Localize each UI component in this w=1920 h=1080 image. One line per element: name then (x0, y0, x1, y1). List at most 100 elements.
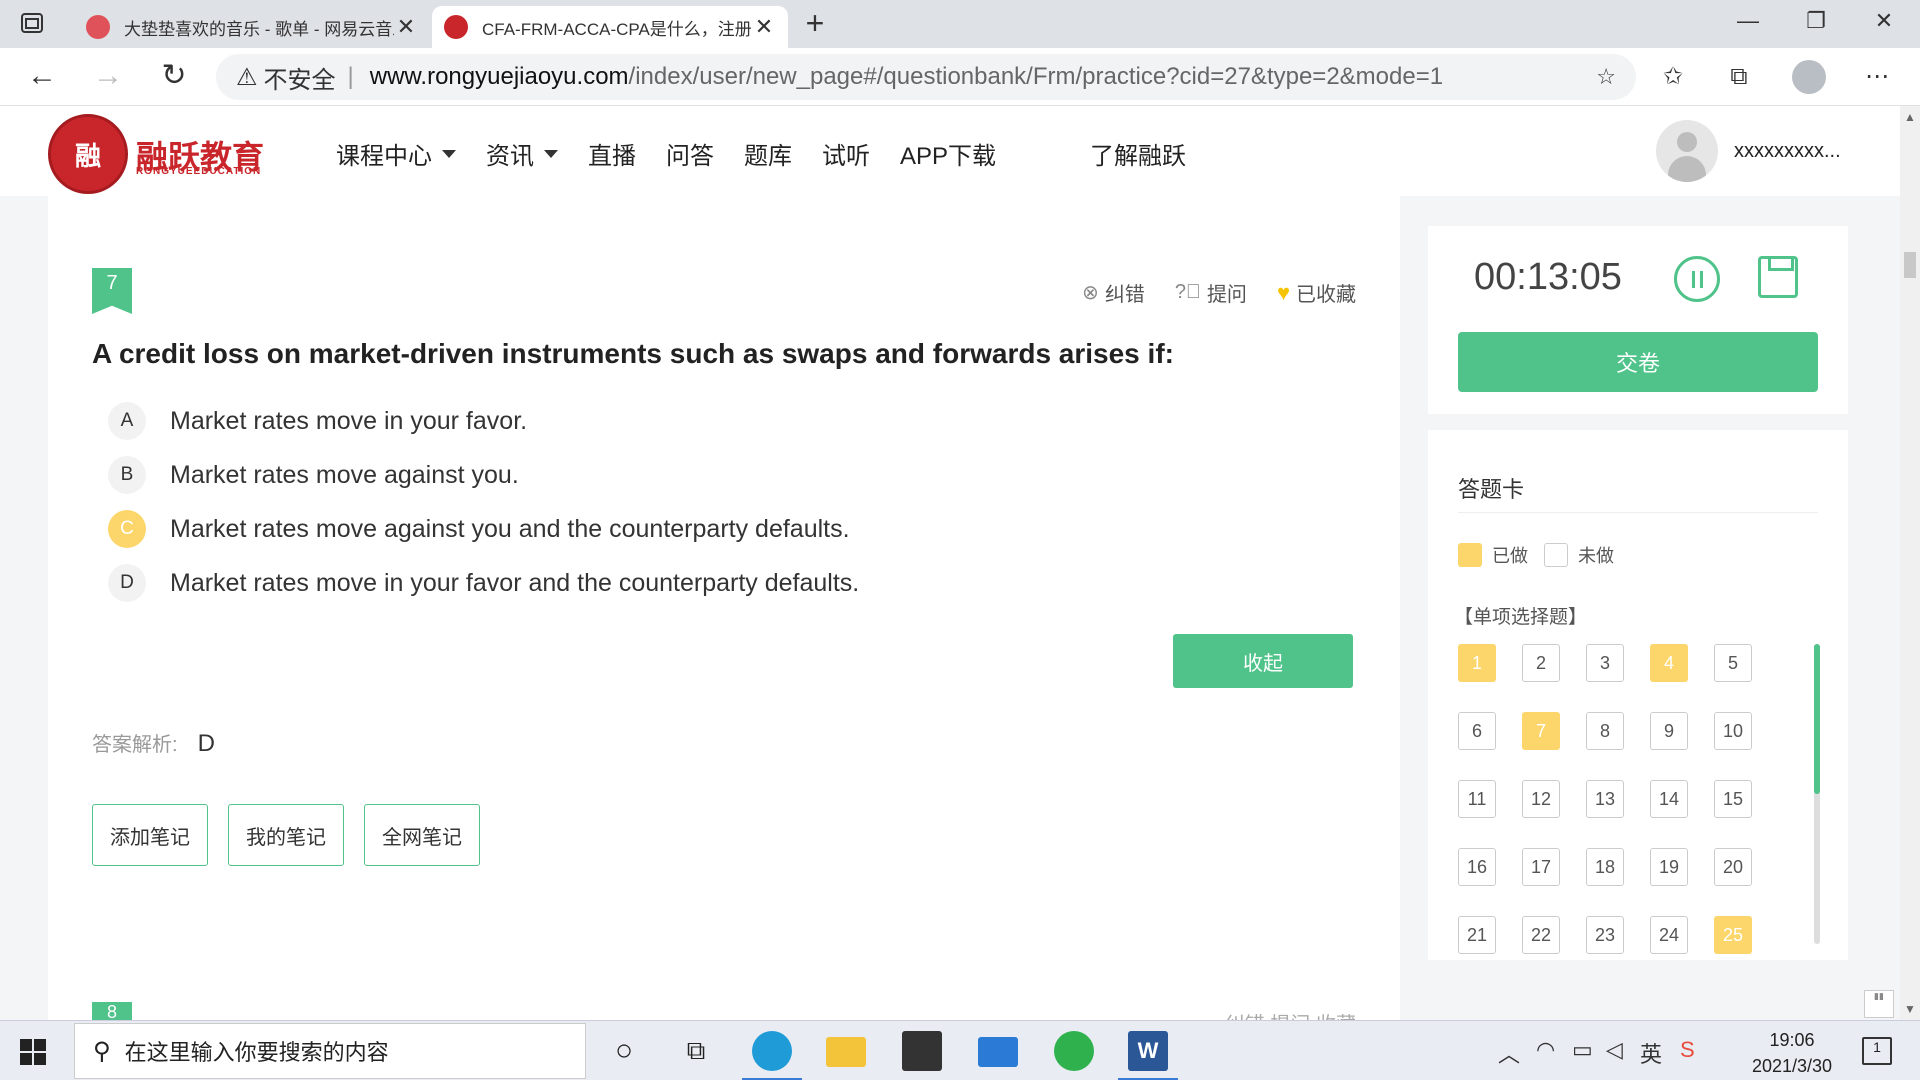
collapse-button[interactable]: 收起 (1173, 634, 1353, 688)
nav-courses[interactable]: 课程中心 (336, 136, 456, 171)
option-text: Market rates move in your favor and the … (170, 568, 860, 597)
question-cell[interactable]: 21 (1458, 916, 1496, 954)
question-cell[interactable]: 25 (1714, 916, 1752, 954)
collections-icon[interactable]: ⧉ (1722, 60, 1756, 94)
page-scrollbar[interactable]: ▲ ▼ (1900, 106, 1920, 1020)
favorites-icon[interactable]: ✩ (1656, 60, 1690, 94)
feedback-widget-icon[interactable]: ▮▮ (1864, 990, 1894, 1018)
avatar[interactable] (1656, 120, 1718, 182)
file-explorer-icon[interactable] (826, 1037, 866, 1067)
question-cell[interactable]: 6 (1458, 712, 1496, 750)
question-actions: ⊗ 纠错 ?⃝ 提问 ♥ 已收藏 (1082, 278, 1356, 307)
all-notes-button[interactable]: 全网笔记 (364, 804, 480, 866)
cortana-icon[interactable]: ○ (604, 1031, 644, 1071)
question-cell[interactable]: 18 (1586, 848, 1624, 886)
question-cell[interactable]: 8 (1586, 712, 1624, 750)
question-cell[interactable]: 19 (1650, 848, 1688, 886)
notification-icon[interactable]: 1 (1862, 1037, 1892, 1065)
scroll-thumb[interactable] (1904, 252, 1916, 278)
answer-card-scrollbar[interactable] (1814, 644, 1820, 944)
next-question-actions[interactable]: 纠错 提问 收藏 (1225, 1008, 1356, 1020)
nav-app-download[interactable]: APP下载 (900, 136, 996, 171)
battery-icon[interactable]: ▭ (1572, 1037, 1593, 1063)
site-logo[interactable]: 融 (48, 114, 128, 194)
save-icon[interactable] (1758, 256, 1798, 298)
report-error-button[interactable]: ⊗ 纠错 (1082, 278, 1145, 307)
add-favorite-icon[interactable]: ☆ (1596, 64, 1616, 90)
forward-button[interactable]: → (90, 60, 126, 94)
question-cell[interactable]: 24 (1650, 916, 1688, 954)
browser-tab-music[interactable]: 大垫垫喜欢的音乐 - 歌单 - 网易云音乐 ✕ (74, 6, 430, 48)
scroll-up-icon[interactable]: ▲ (1904, 110, 1916, 124)
add-note-button[interactable]: 添加笔记 (92, 804, 208, 866)
question-cell[interactable]: 16 (1458, 848, 1496, 886)
question-cell[interactable]: 12 (1522, 780, 1560, 818)
reload-button[interactable]: ↻ (156, 60, 192, 94)
option-d[interactable]: D Market rates move in your favor and the… (108, 556, 859, 610)
user-name[interactable]: xxxxxxxxx... (1734, 140, 1841, 163)
profile-icon[interactable] (1792, 60, 1826, 94)
chevron-up-icon[interactable]: ︿ (1498, 1037, 1520, 1069)
word-icon[interactable]: W (1118, 1031, 1178, 1080)
favorite-button[interactable]: ♥ 已收藏 (1277, 278, 1356, 307)
ie-browser-icon[interactable] (1054, 1031, 1094, 1071)
question-text: A credit loss on market-driven instrumen… (92, 338, 1174, 369)
question-cell[interactable]: 5 (1714, 644, 1752, 682)
browser-tab-rongyue[interactable]: CFA-FRM-ACCA-CPA是什么，注册金融分析师 ✕ (432, 6, 788, 48)
submit-button[interactable]: 交卷 (1458, 332, 1818, 392)
question-cell[interactable]: 2 (1522, 644, 1560, 682)
question-cell[interactable]: 14 (1650, 780, 1688, 818)
question-cell[interactable]: 22 (1522, 916, 1560, 954)
url-path: /index/user/new_page#/questionbank/Frm/p… (628, 63, 1444, 90)
option-text: Market rates move in your favor. (170, 406, 528, 435)
close-window-button[interactable]: ✕ (1862, 8, 1906, 38)
clock[interactable]: 19:06 2021/3/30 (1732, 1027, 1852, 1079)
wifi-icon[interactable]: ◠ (1536, 1037, 1555, 1063)
scroll-down-icon[interactable]: ▼ (1904, 1002, 1916, 1016)
nav-qa[interactable]: 问答 (666, 136, 714, 171)
nav-question-bank[interactable]: 题库 (744, 136, 792, 171)
store-icon[interactable] (902, 1031, 942, 1071)
question-cell[interactable]: 17 (1522, 848, 1560, 886)
question-cell[interactable]: 4 (1650, 644, 1688, 682)
option-b[interactable]: B Market rates move against you. (108, 448, 859, 502)
nav-trial[interactable]: 试听 (822, 136, 870, 171)
sogou-icon[interactable]: S (1680, 1037, 1695, 1063)
question-cell[interactable]: 9 (1650, 712, 1688, 750)
nav-news[interactable]: 资讯 (486, 136, 558, 171)
question-cell[interactable]: 15 (1714, 780, 1752, 818)
ask-question-button[interactable]: ?⃝ 提问 (1175, 278, 1247, 307)
question-cell[interactable]: 7 (1522, 712, 1560, 750)
scroll-thumb[interactable] (1814, 644, 1820, 794)
nav-about[interactable]: 了解融跃 (1090, 136, 1186, 171)
windows-start-icon[interactable] (20, 1039, 46, 1065)
back-button[interactable]: ← (24, 60, 60, 94)
ime-indicator[interactable]: 英 (1640, 1037, 1662, 1069)
more-icon[interactable]: ⋯ (1860, 60, 1894, 94)
tab-close-icon[interactable]: ✕ (394, 14, 418, 40)
question-cell[interactable]: 13 (1586, 780, 1624, 818)
edge-icon[interactable] (742, 1031, 802, 1080)
restore-button[interactable]: ❐ (1794, 8, 1838, 38)
mail-icon[interactable] (978, 1037, 1018, 1067)
nav-live[interactable]: 直播 (588, 136, 636, 171)
option-a[interactable]: A Market rates move in your favor. (108, 394, 859, 448)
url-host: www.rongyuejiaoyu.com (369, 63, 629, 90)
question-cell[interactable]: 10 (1714, 712, 1752, 750)
question-cell[interactable]: 3 (1586, 644, 1624, 682)
question-cell[interactable]: 11 (1458, 780, 1496, 818)
my-notes-button[interactable]: 我的笔记 (228, 804, 344, 866)
url-field[interactable]: ⚠ 不安全 | www.rongyuejiaoyu.com/index/user… (216, 54, 1636, 100)
option-c[interactable]: C Market rates move against you and the c… (108, 502, 859, 556)
tab-actions-icon[interactable] (20, 12, 50, 36)
new-tab-button[interactable]: + (800, 7, 830, 39)
task-view-icon[interactable]: ⧉ (676, 1031, 716, 1071)
question-cell[interactable]: 23 (1586, 916, 1624, 954)
volume-icon[interactable]: ◁ (1606, 1037, 1623, 1063)
question-cell[interactable]: 1 (1458, 644, 1496, 682)
pause-icon[interactable] (1674, 256, 1720, 302)
taskbar-search-input[interactable]: ⚲ 在这里输入你要搜索的内容 (74, 1023, 586, 1079)
tab-close-icon[interactable]: ✕ (752, 14, 776, 40)
minimize-button[interactable]: — (1726, 8, 1770, 38)
question-cell[interactable]: 20 (1714, 848, 1752, 886)
